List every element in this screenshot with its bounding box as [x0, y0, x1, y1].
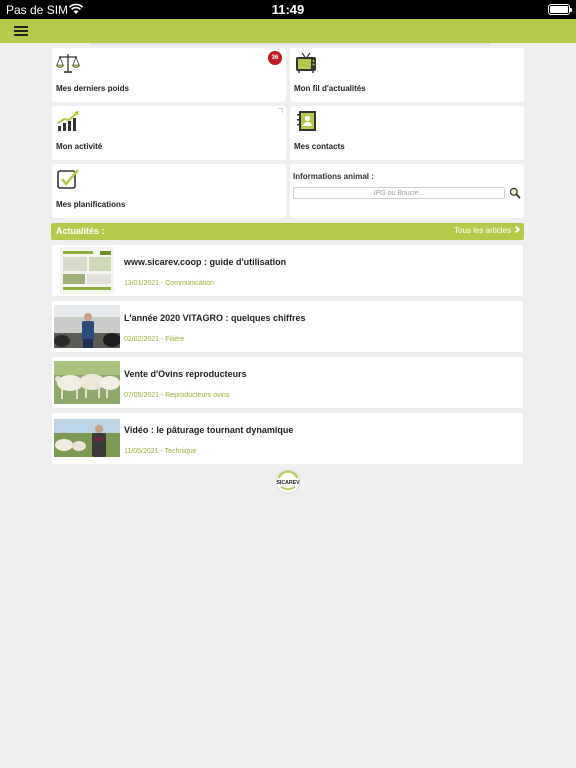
tile-activite[interactable]: Mon activité [52, 106, 286, 160]
tile-derniers-poids[interactable]: 36 Mes derniers poids [52, 48, 286, 102]
top-navbar [0, 19, 576, 43]
article-date-category: 07/05/2021 - Reproducteurs ovins [124, 392, 230, 399]
chevron-right-icon [512, 225, 521, 234]
article-date-category: 13/01/2021 - Communication [124, 280, 214, 287]
sicarev-logo: SICAREV [276, 470, 300, 494]
news-article[interactable]: www.sicarev.coop : guide d'utilisation 1… [52, 245, 523, 296]
article-thumbnail [54, 419, 120, 457]
article-thumbnail [54, 305, 120, 348]
article-title: L'année 2020 VITAGRO : quelques chiffres [124, 313, 306, 323]
tile-label: Mes derniers poids [56, 84, 129, 93]
news-section-title: Actualités : [56, 226, 105, 236]
tile-fil-actualites[interactable]: Mon fil d'actualités [290, 48, 524, 102]
all-articles-label: Tous les articles [454, 226, 511, 235]
article-thumbnail [54, 361, 120, 404]
growth-chart-icon [57, 111, 79, 131]
news-article[interactable]: Vente d'Ovins reproducteurs 07/05/2021 -… [52, 357, 523, 408]
clock: 11:49 [271, 2, 305, 17]
contact-book-icon [297, 111, 316, 131]
tile-label: Mes contacts [294, 142, 345, 151]
news-section-header: Actualités : Tous les articles [51, 223, 524, 240]
corner-indicator [278, 108, 283, 113]
tile-label: Mon fil d'actualités [294, 84, 366, 93]
checkbox-icon [57, 169, 79, 189]
tile-informations-animal: Informations animal : [290, 164, 524, 218]
animal-search-input[interactable] [293, 187, 505, 199]
article-date-category: 02/02/2021 - Filière [124, 336, 185, 343]
notification-badge: 36 [268, 51, 282, 65]
article-title: Vente d'Ovins reproducteurs [124, 369, 247, 379]
article-thumbnail [60, 247, 114, 294]
navbar-shadow [90, 43, 490, 45]
status-bar: Pas de SIM 11:49 [0, 0, 576, 19]
scale-icon [56, 54, 80, 73]
article-title: Vidéo : le pâturage tournant dynamique [124, 425, 294, 435]
magnifier-icon[interactable] [509, 187, 521, 199]
news-article[interactable]: Vidéo : le pâturage tournant dynamique 1… [52, 413, 523, 464]
article-date-category: 11/05/2021 - Technique [124, 448, 197, 455]
tile-label: Mes planifications [56, 200, 126, 209]
animal-info-title: Informations animal : [293, 172, 374, 181]
tile-planifications[interactable]: Mes planifications [52, 164, 286, 218]
battery-icon [548, 4, 572, 15]
all-articles-link[interactable]: Tous les articles [454, 225, 521, 235]
tile-label: Mon activité [56, 142, 103, 151]
hamburger-menu-icon[interactable] [14, 23, 30, 39]
logo-text: SICAREV [276, 480, 300, 486]
news-article[interactable]: L'année 2020 VITAGRO : quelques chiffres… [52, 301, 523, 352]
article-title: www.sicarev.coop : guide d'utilisation [124, 257, 287, 267]
tv-icon [296, 52, 316, 73]
tile-contacts[interactable]: Mes contacts [290, 106, 524, 160]
